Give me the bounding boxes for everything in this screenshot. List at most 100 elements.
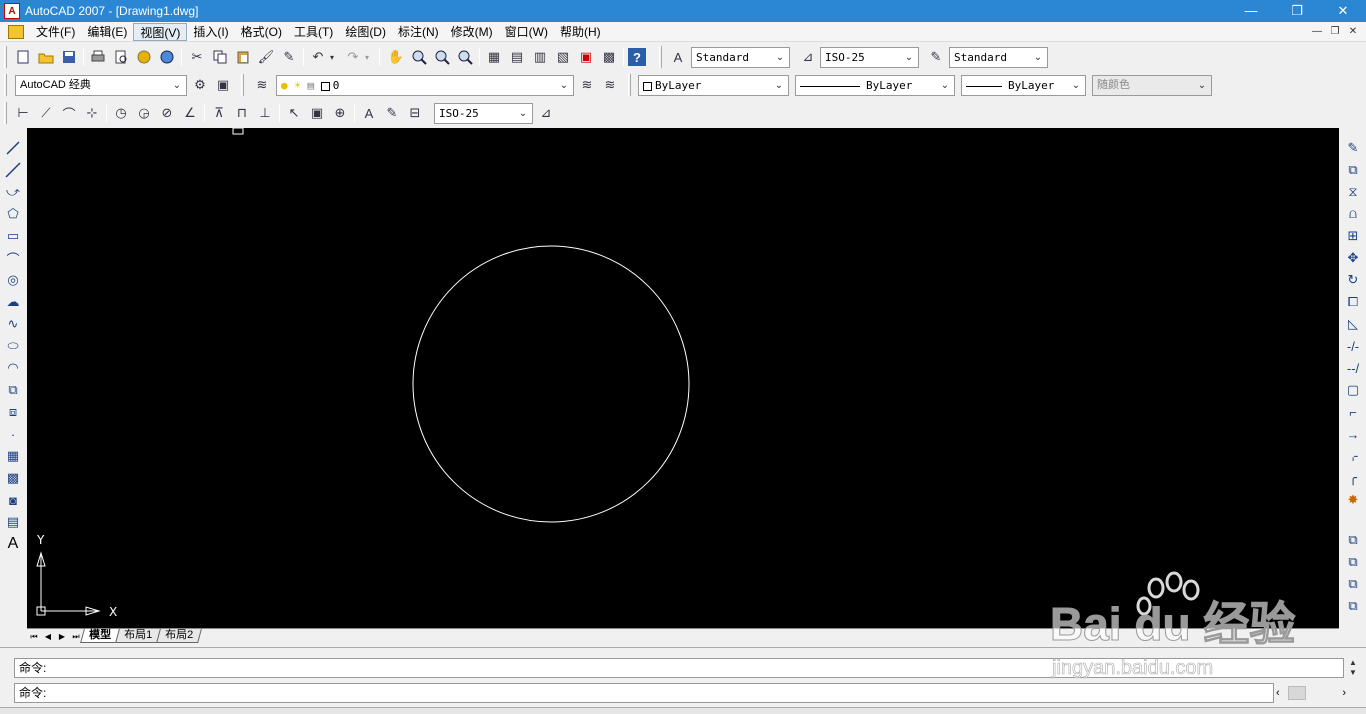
baseline-dim-icon[interactable]: ⊓ <box>232 103 252 123</box>
linetype-select[interactable]: ByLayer ⌄ <box>795 75 955 96</box>
send-under-icon[interactable]: ⧉ <box>1343 596 1363 616</box>
circle-icon[interactable]: ◎ <box>3 270 23 290</box>
tab-first-icon[interactable]: ⏮ <box>27 630 41 643</box>
block-editor-icon[interactable]: ✎ <box>279 47 299 67</box>
dim-style-select[interactable]: ISO-25 ⌄ <box>820 47 919 68</box>
diameter-dim-icon[interactable]: ⊘ <box>157 103 177 123</box>
mirror-icon[interactable]: ⧖ <box>1343 182 1363 202</box>
print-preview-icon[interactable] <box>111 47 131 67</box>
publish-icon[interactable] <box>134 47 154 67</box>
tab-model[interactable]: 模型 <box>80 629 120 643</box>
workspace-select[interactable]: AutoCAD 经典 ⌄ <box>15 75 187 96</box>
toolbar-grip[interactable] <box>4 102 7 124</box>
plot-style-select[interactable]: 随颜色 ⌄ <box>1092 75 1212 96</box>
gradient-icon[interactable]: ▩ <box>3 468 23 488</box>
doc-minimize-icon[interactable]: — <box>1308 24 1326 40</box>
region-icon[interactable]: ◙ <box>3 490 23 510</box>
model-space[interactable]: Y X <box>27 128 1339 628</box>
table-style-icon[interactable]: ✎ <box>926 47 946 67</box>
multiline-text-icon[interactable]: A <box>3 534 23 554</box>
fillet-icon[interactable]: ╭ <box>1343 468 1363 488</box>
zoom-realtime-icon[interactable] <box>409 47 429 67</box>
circle-entity[interactable] <box>412 245 690 523</box>
make-block-icon[interactable]: ⧈ <box>3 402 23 422</box>
sheet-set-icon[interactable]: ▧ <box>553 47 573 67</box>
ordinate-dim-icon[interactable]: ⊹ <box>82 103 102 123</box>
continue-dim-icon[interactable]: ⊥ <box>255 103 275 123</box>
copy-icon[interactable] <box>210 47 230 67</box>
construction-line-icon[interactable] <box>3 160 23 180</box>
center-mark-icon[interactable]: ⊕ <box>330 103 350 123</box>
menu-help[interactable]: 帮助(H) <box>554 23 607 41</box>
menu-file[interactable]: 文件(F) <box>30 23 81 41</box>
zoom-previous-icon[interactable] <box>455 47 475 67</box>
command-hscroll[interactable]: ‹ › <box>1276 684 1346 702</box>
copy-object-icon[interactable]: ⧉ <box>1343 160 1363 180</box>
tool-palettes-icon[interactable]: ▥ <box>530 47 550 67</box>
print-icon[interactable] <box>88 47 108 67</box>
drawing-canvas[interactable]: Y X <box>27 128 1339 628</box>
layer-previous-icon[interactable]: ≋ <box>600 75 620 95</box>
menu-modify[interactable]: 修改(M) <box>445 23 499 41</box>
bring-above-icon[interactable]: ⧉ <box>1343 574 1363 594</box>
menu-dimension[interactable]: 标注(N) <box>392 23 445 41</box>
polyline-icon[interactable]: ⤻ <box>3 182 23 202</box>
extend-icon[interactable]: --/ <box>1343 358 1363 378</box>
text-style-icon[interactable]: A <box>668 47 688 67</box>
dim-style-icon[interactable]: ⊿ <box>798 47 818 67</box>
undo-icon[interactable]: ↶ <box>308 47 328 67</box>
tab-layout1[interactable]: 布局1 <box>115 629 162 643</box>
save-workspace-icon[interactable]: ▣ <box>213 75 233 95</box>
point-icon[interactable]: · <box>3 424 23 444</box>
pan-realtime-icon[interactable]: ✋ <box>386 47 406 67</box>
polygon-icon[interactable]: ⬠ <box>3 204 23 224</box>
scale-icon[interactable]: ⧠ <box>1343 292 1363 312</box>
line-icon[interactable] <box>3 138 23 158</box>
quickcalc-icon[interactable]: ▩ <box>599 47 619 67</box>
radius-dim-icon[interactable]: ◷ <box>111 103 131 123</box>
open-file-icon[interactable] <box>36 47 56 67</box>
match-properties-icon[interactable]: 🖌 <box>256 47 276 67</box>
minimize-button[interactable]: — <box>1228 0 1274 22</box>
undo-dropdown-icon[interactable]: ▾ <box>326 47 338 67</box>
menu-window[interactable]: 窗口(W) <box>499 23 554 41</box>
spline-icon[interactable]: ∿ <box>3 314 23 334</box>
make-current-layer-icon[interactable]: ≋ <box>577 75 597 95</box>
properties-icon[interactable]: ▦ <box>484 47 504 67</box>
move-icon[interactable]: ✥ <box>1343 248 1363 268</box>
insert-block-icon[interactable]: ⧉ <box>3 380 23 400</box>
workspace-settings-icon[interactable]: ⚙ <box>190 75 210 95</box>
scroll-thumb[interactable] <box>1287 686 1306 700</box>
toolbar-grip[interactable] <box>241 74 244 96</box>
doc-restore-icon[interactable]: ❐ <box>1326 24 1344 40</box>
menu-insert[interactable]: 插入(I) <box>187 23 234 41</box>
design-center-icon[interactable]: ▤ <box>507 47 527 67</box>
tab-layout2[interactable]: 布局2 <box>156 629 203 643</box>
aligned-dim-icon[interactable]: ⟋ <box>36 103 56 123</box>
stretch-icon[interactable]: ◺ <box>1343 314 1363 334</box>
redo-dropdown-icon[interactable]: ▾ <box>361 47 373 67</box>
array-icon[interactable]: ⊞ <box>1343 226 1363 246</box>
doc-close-icon[interactable]: ✕ <box>1344 24 1362 40</box>
command-scroll-icon[interactable]: ▲ ▼ <box>1344 658 1362 680</box>
hatch-icon[interactable]: ▦ <box>3 446 23 466</box>
dimension-style-icon[interactable]: ⊿ <box>536 103 556 123</box>
ellipse-icon[interactable]: ⬭ <box>3 336 23 356</box>
join-icon[interactable]: → <box>1343 424 1363 444</box>
document-icon[interactable] <box>8 24 24 39</box>
dim-text-edit-icon[interactable]: ✎ <box>382 103 402 123</box>
grip-marker[interactable] <box>232 128 244 135</box>
color-select[interactable]: ByLayer ⌄ <box>638 75 789 96</box>
arc-icon[interactable]: ⌒ <box>3 248 23 268</box>
toolbar-grip[interactable] <box>659 46 662 68</box>
cut-icon[interactable]: ✂ <box>187 47 207 67</box>
close-button[interactable]: ✕ <box>1320 0 1366 22</box>
tab-next-icon[interactable]: ▶ <box>55 630 69 643</box>
markup-set-icon[interactable]: ▣ <box>576 47 596 67</box>
menu-format[interactable]: 格式(O) <box>235 23 288 41</box>
tolerance-icon[interactable]: ▣ <box>307 103 327 123</box>
break-icon[interactable]: ⌐ <box>1343 402 1363 422</box>
zoom-window-icon[interactable] <box>432 47 452 67</box>
toolbar-grip[interactable] <box>628 74 631 96</box>
rotate-icon[interactable]: ↻ <box>1343 270 1363 290</box>
